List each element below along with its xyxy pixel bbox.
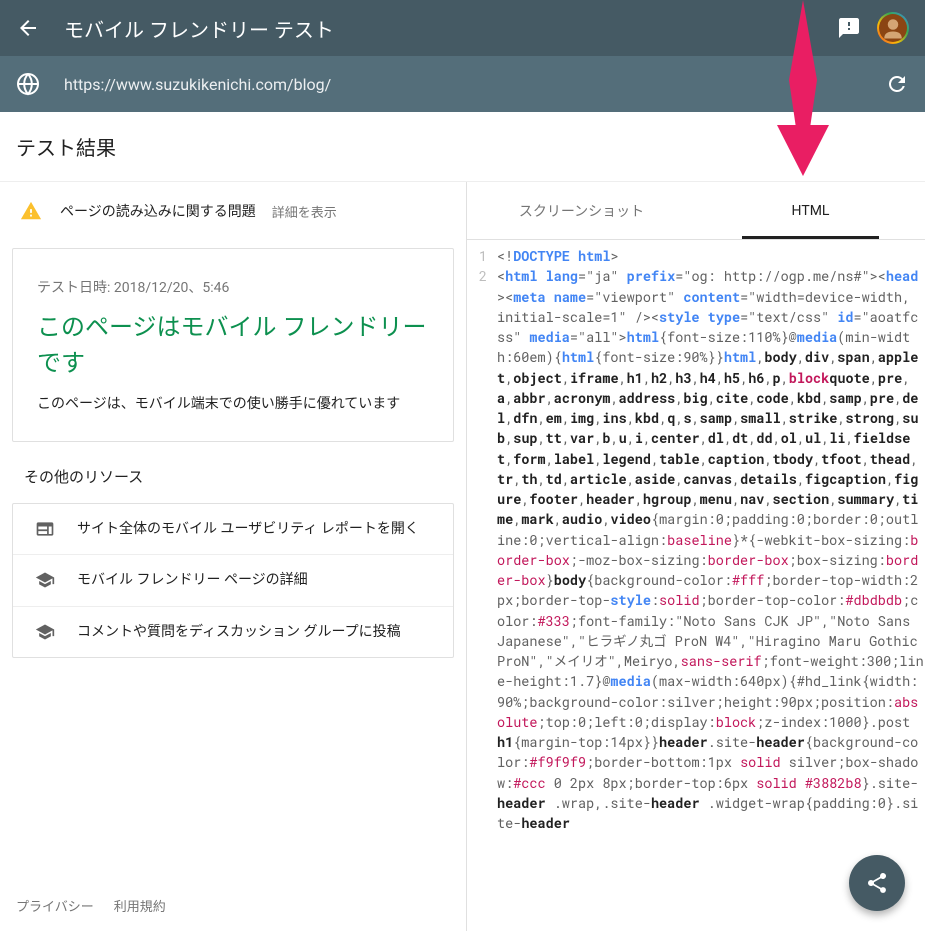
resource-discussion-group[interactable]: コメントや質問をディスカッション グループに投稿 [13, 607, 453, 657]
result-message: このページはモバイル フレンドリーです [37, 309, 429, 381]
line-number: 2 [467, 266, 487, 286]
resources-title: その他のリソース [0, 466, 466, 503]
result-header: テスト結果 [16, 132, 116, 161]
warning-icon [20, 200, 42, 222]
warning-details-link[interactable]: 詳細を表示 [272, 202, 337, 221]
html-source-view[interactable]: 1 2 <!DOCTYPE html> <html lang="ja" pref… [467, 240, 925, 931]
privacy-link[interactable]: プライバシー [16, 896, 94, 915]
page-title: モバイル フレンドリー テスト [64, 14, 837, 43]
result-description: このページは、モバイル端末での使い勝手に優れています [37, 393, 429, 417]
web-icon [33, 519, 57, 539]
resource-mobile-friendly-details[interactable]: モバイル フレンドリー ページの詳細 [13, 555, 453, 606]
url-input[interactable]: https://www.suzukikenichi.com/blog/ [64, 75, 885, 94]
school-icon [33, 570, 57, 590]
source-code: <!DOCTYPE html> <html lang="ja" prefix="… [493, 240, 925, 931]
tab-html[interactable]: HTML [696, 182, 925, 239]
warning-bar: ページの読み込みに関する問題 詳細を表示 [0, 182, 466, 240]
share-button[interactable] [849, 855, 905, 911]
warning-label: ページの読み込みに関する問題 [60, 201, 256, 221]
feedback-icon[interactable] [837, 16, 861, 40]
back-button[interactable] [16, 16, 40, 40]
resource-label: サイト全体のモバイル ユーザビリティ レポートを開く [77, 518, 419, 540]
globe-icon [16, 72, 40, 96]
test-date: テスト日時: 2018/12/20、5:46 [37, 277, 429, 297]
result-card: テスト日時: 2018/12/20、5:46 このページはモバイル フレンドリー… [12, 248, 454, 442]
avatar[interactable] [877, 12, 909, 44]
tos-link[interactable]: 利用規約 [114, 896, 166, 915]
school-icon [33, 622, 57, 642]
reload-button[interactable] [885, 72, 909, 96]
resource-label: モバイル フレンドリー ページの詳細 [77, 569, 308, 591]
resource-usability-report[interactable]: サイト全体のモバイル ユーザビリティ レポートを開く [13, 504, 453, 555]
resource-label: コメントや質問をディスカッション グループに投稿 [77, 621, 401, 643]
line-number: 1 [467, 246, 487, 266]
tab-screenshot[interactable]: スクリーンショット [467, 182, 696, 239]
